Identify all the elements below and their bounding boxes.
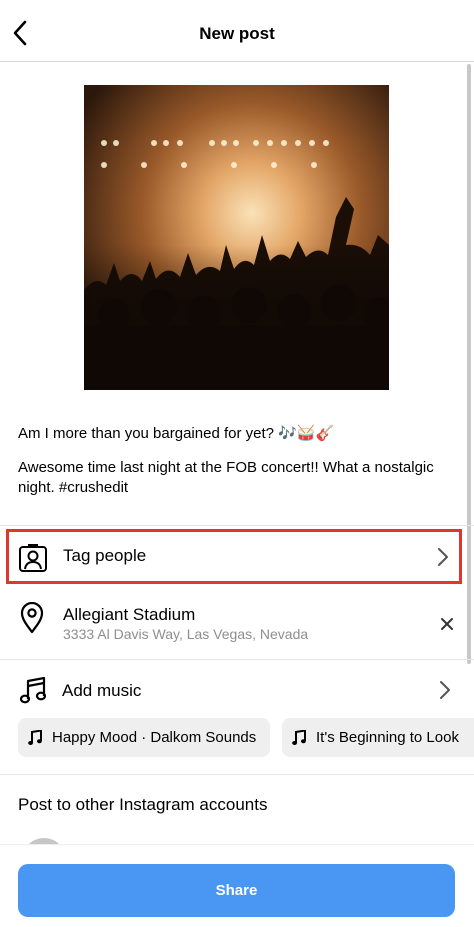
location-name: Allegiant Stadium [63,605,196,624]
scrollbar[interactable] [467,64,471,664]
share-button[interactable]: Share [18,864,455,917]
tag-people-label: Tag people [63,546,147,565]
caption-line: Awesome time last night at the FOB conce… [18,459,434,496]
caption-line: Am I more than you bargained for yet? 🎶🥁… [18,425,335,442]
music-note-icon [20,677,46,704]
tag-people-row[interactable]: Tag people [6,529,462,584]
other-accounts-heading: Post to other Instagram accounts [18,795,268,814]
tag-person-icon [19,544,47,572]
music-suggestions: Happy Mood · Dalkom Sounds It's Beginnin… [18,718,474,758]
top-bar: New post [0,0,474,62]
divider [0,525,474,526]
close-icon[interactable] [438,615,456,633]
music-note-icon [28,729,42,746]
divider [0,659,474,660]
music-note-icon [292,729,306,746]
location-address: 3333 Al Davis Way, Las Vegas, Nevada [63,626,309,642]
music-chip[interactable]: It's Beginning to Look [282,718,474,757]
music-chip[interactable]: Happy Mood · Dalkom Sounds [18,718,270,757]
divider [0,774,474,775]
chevron-right-icon [438,548,448,566]
location-pin-icon [20,602,44,634]
post-caption: Am I more than you bargained for yet? 🎶🥁… [18,424,448,498]
add-music-label: Add music [62,681,142,700]
music-chip-label: It's Beginning to Look [316,729,459,746]
music-chip-label: Happy Mood · Dalkom Sounds [52,729,257,746]
chevron-right-icon [440,681,450,699]
bottom-bar: Share [0,844,474,927]
page-title: New post [199,24,275,43]
add-music-row[interactable]: Add music [0,662,474,714]
location-row[interactable]: Allegiant Stadium 3333 Al Davis Way, Las… [0,588,474,658]
post-photo [84,85,389,390]
concert-image [84,85,389,390]
